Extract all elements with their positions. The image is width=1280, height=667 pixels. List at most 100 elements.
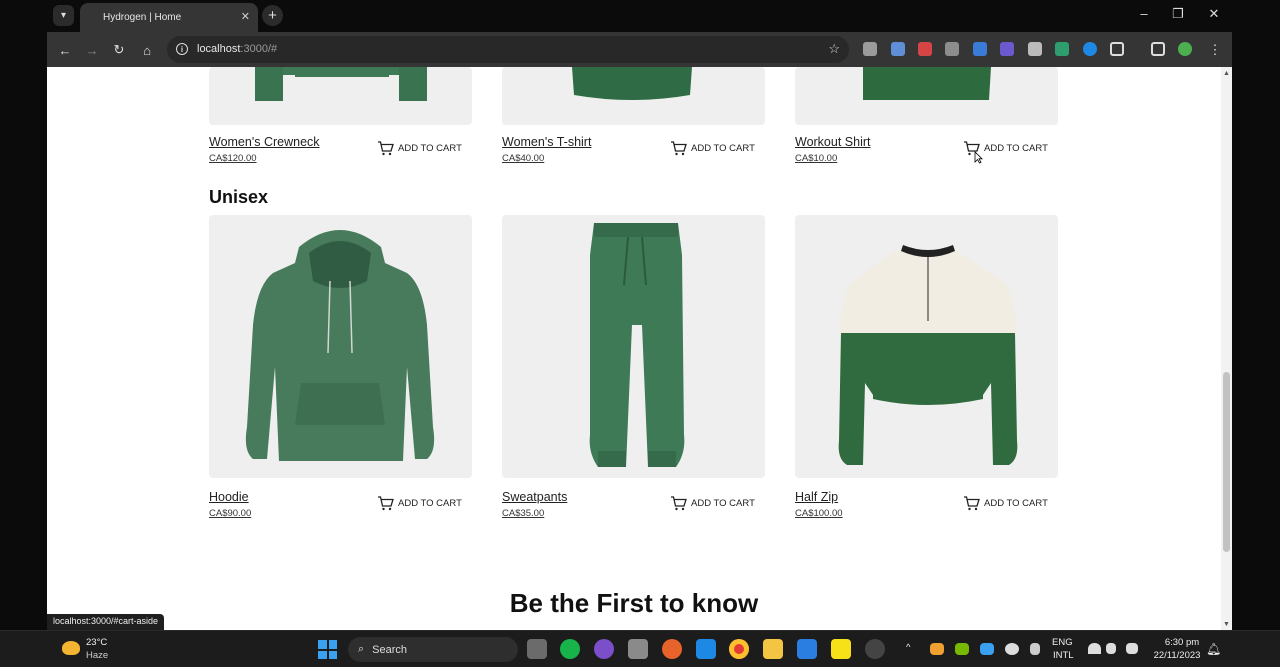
extension-icon[interactable] [891, 42, 905, 56]
product-title[interactable]: Women's T-shirt [502, 135, 591, 149]
product-image[interactable] [209, 215, 472, 478]
tab-title: Hydrogen | Home [103, 12, 182, 23]
scrollbar-thumb[interactable] [1223, 372, 1230, 552]
avatar[interactable] [1178, 42, 1192, 56]
battery-icon[interactable] [1126, 643, 1138, 654]
page-scrollbar[interactable]: ▲ ▼ [1221, 67, 1232, 630]
extension-icon[interactable] [1028, 42, 1042, 56]
drive-icon[interactable] [797, 639, 817, 659]
product-image[interactable] [209, 67, 472, 125]
forward-icon[interactable]: → [82, 40, 102, 60]
add-to-cart-label: ADD TO CART [691, 143, 755, 154]
extension-icon[interactable] [1055, 42, 1069, 56]
extension-icon[interactable] [973, 42, 987, 56]
product-title[interactable]: Workout Shirt [795, 135, 871, 149]
cart-icon [378, 141, 394, 156]
add-to-cart-label: ADD TO CART [398, 143, 462, 154]
extension-icon[interactable] [1000, 42, 1014, 56]
language-indicator[interactable]: ENG [1052, 637, 1073, 648]
add-to-cart-button[interactable]: ADD TO CART [670, 141, 755, 156]
wifi-icon[interactable] [1088, 643, 1101, 654]
product-title[interactable]: Hoodie [209, 490, 249, 504]
sweatpants-image [589, 223, 685, 467]
product-price: CA$40.00 [502, 153, 545, 164]
add-to-cart-button[interactable]: ADD TO CART [963, 496, 1048, 511]
notification-bell-icon[interactable]: 🔔︎ [1206, 642, 1221, 656]
address-bar[interactable]: i localhost:3000/# ☆ [167, 36, 849, 63]
add-to-cart-button[interactable]: ADD TO CART [670, 496, 755, 511]
menu-icon[interactable]: ⋮ [1205, 40, 1225, 60]
cart-icon [671, 496, 687, 511]
restore-button[interactable]: ❐ [1168, 6, 1188, 22]
weather-icon[interactable] [62, 641, 80, 655]
tray-app-icon[interactable] [980, 643, 994, 655]
volume-icon[interactable] [1106, 643, 1116, 654]
title-bar: ▾ Hydrogen | Home ✕ + – ❐ ✕ [0, 0, 1280, 32]
product-image[interactable] [795, 67, 1058, 125]
extension-icon[interactable] [945, 42, 959, 56]
chrome-icon[interactable] [729, 639, 749, 659]
bookmark-star-icon[interactable]: ☆ [828, 41, 840, 57]
task-view-icon[interactable] [527, 639, 547, 659]
extension-icon[interactable] [863, 42, 877, 56]
calculator-icon[interactable] [628, 639, 648, 659]
new-tab-button[interactable]: + [262, 5, 283, 26]
tray-app-icon[interactable] [930, 643, 944, 655]
add-to-cart-button[interactable]: ADD TO CART [377, 496, 462, 511]
app-icon[interactable] [865, 639, 885, 659]
product-image[interactable] [795, 215, 1058, 478]
clock-date[interactable]: 22/11/2023 [1150, 650, 1204, 661]
tab-search-button[interactable]: ▾ [53, 5, 74, 26]
microphone-icon[interactable] [1030, 643, 1040, 655]
crewneck-image [255, 67, 427, 101]
product-price: CA$35.00 [502, 508, 545, 519]
windows-taskbar: 23°C Haze ⌕ Search ^ ENG INTL 6:30 pm 22… [0, 630, 1280, 667]
cart-icon [964, 496, 980, 511]
reload-icon[interactable]: ↻ [109, 40, 129, 60]
product-image[interactable] [502, 67, 765, 125]
scroll-up-icon[interactable]: ▲ [1223, 70, 1230, 77]
add-to-cart-label: ADD TO CART [984, 143, 1048, 154]
chevron-up-icon[interactable]: ^ [906, 642, 910, 653]
side-panel-icon[interactable] [1151, 42, 1165, 56]
weather-condition[interactable]: Haze [86, 650, 108, 661]
sticky-notes-icon[interactable] [831, 639, 851, 659]
product-price: CA$10.00 [795, 153, 838, 164]
keyboard-layout[interactable]: INTL [1053, 650, 1074, 661]
firefox-icon[interactable] [662, 639, 682, 659]
product-image[interactable] [502, 215, 765, 478]
add-to-cart-label: ADD TO CART [398, 498, 462, 509]
browser-tab[interactable]: Hydrogen | Home ✕ [80, 3, 258, 32]
product-title[interactable]: Half Zip [795, 490, 838, 504]
vscode-icon[interactable] [696, 639, 716, 659]
plus-icon: + [268, 7, 277, 24]
home-icon[interactable]: ⌂ [137, 40, 157, 60]
hoodie-image [245, 230, 435, 461]
tray-app-icon[interactable] [1005, 643, 1019, 655]
nvidia-icon[interactable] [955, 643, 969, 655]
upwork-icon[interactable] [560, 639, 580, 659]
product-title[interactable]: Women's Crewneck [209, 135, 320, 149]
back-icon[interactable]: ← [55, 40, 75, 60]
add-to-cart-button[interactable]: ADD TO CART [377, 141, 462, 156]
minimize-button[interactable]: – [1134, 6, 1154, 21]
close-window-button[interactable]: ✕ [1204, 6, 1224, 22]
product-title[interactable]: Sweatpants [502, 490, 567, 504]
info-icon[interactable]: i [176, 43, 188, 55]
github-icon[interactable] [594, 639, 614, 659]
extension-icon[interactable] [918, 42, 932, 56]
clock-time[interactable]: 6:30 pm [1160, 637, 1204, 648]
start-button[interactable] [318, 640, 337, 659]
scroll-down-icon[interactable]: ▼ [1223, 621, 1230, 628]
taskbar-search[interactable]: ⌕ Search [348, 637, 518, 662]
extension-icon[interactable] [1083, 42, 1097, 56]
file-explorer-icon[interactable] [763, 639, 783, 659]
windows-logo-icon [318, 640, 327, 649]
cart-icon [671, 141, 687, 156]
chevron-down-icon: ▾ [60, 10, 67, 21]
product-price: CA$90.00 [209, 508, 252, 519]
search-label: Search [372, 643, 408, 656]
close-icon[interactable]: ✕ [241, 10, 250, 23]
puzzle-icon[interactable] [1110, 42, 1124, 56]
weather-temperature[interactable]: 23°C [86, 637, 107, 648]
